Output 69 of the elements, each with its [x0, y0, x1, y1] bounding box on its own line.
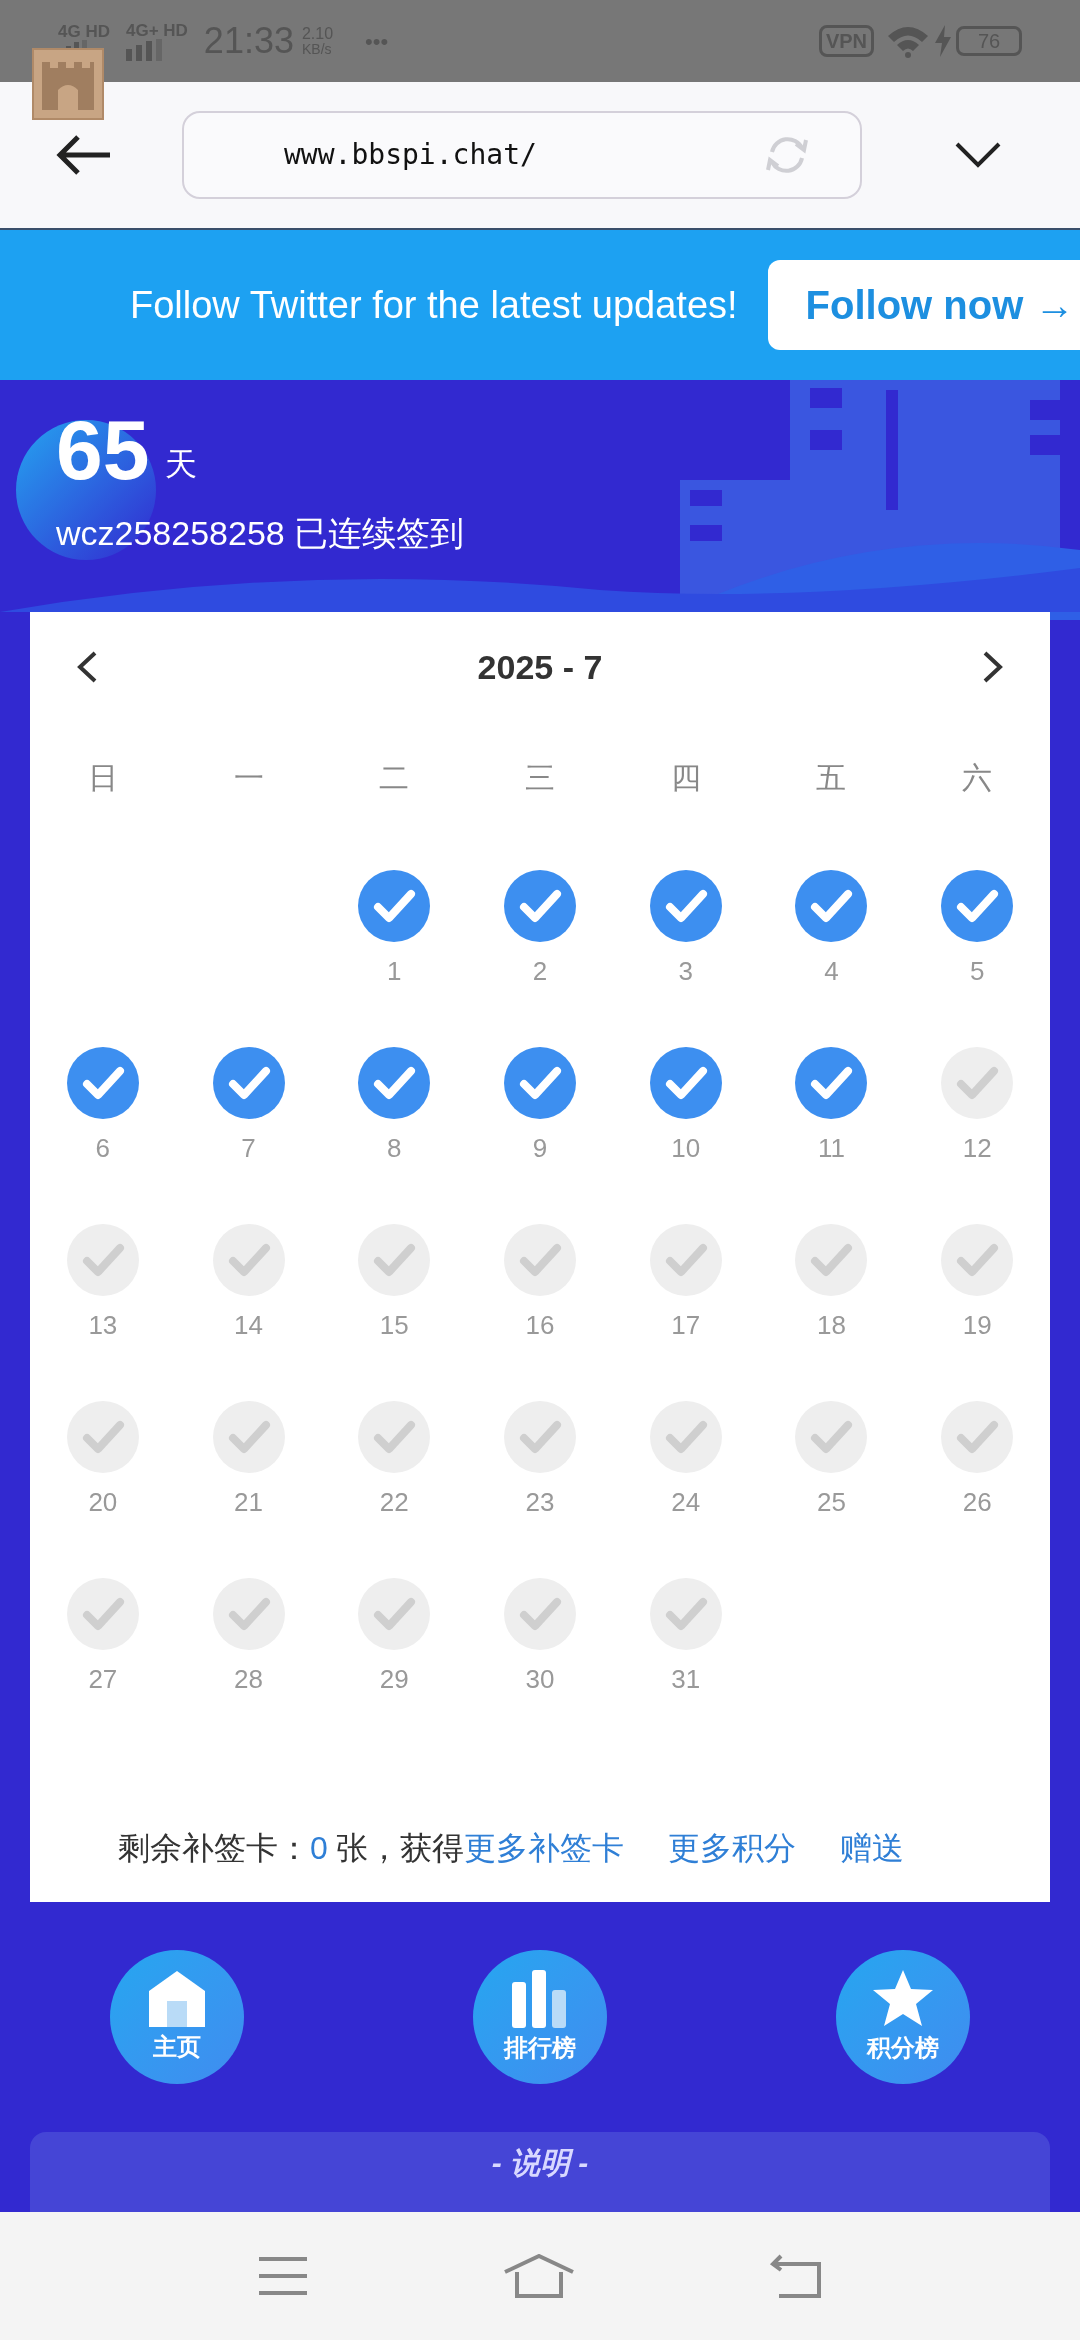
streak-days: 65 [56, 408, 150, 492]
banner-text: Follow Twitter for the latest updates! [130, 282, 738, 328]
day-number: 1 [387, 955, 402, 988]
url-text: www.bbspi.chat/ [284, 137, 538, 173]
day-number: 29 [379, 1663, 409, 1696]
day-number: 28 [234, 1663, 263, 1696]
day-number: 15 [379, 1309, 409, 1342]
day-number: 31 [671, 1663, 701, 1696]
day-number: 2 [532, 955, 548, 988]
chevron-left-icon[interactable] [76, 650, 98, 684]
shortcut-button[interactable]: 积分榜 [836, 1950, 970, 2084]
wifi-icon [886, 24, 930, 58]
makeup-card-text: 张，获得 [335, 1829, 464, 1868]
day-number: 21 [234, 1486, 263, 1519]
day-number: 16 [525, 1309, 555, 1342]
makeup-card-count: 0 [310, 1829, 328, 1868]
day-number: 6 [95, 1132, 111, 1165]
makeup-card-label: 剩余补签卡： [118, 1829, 310, 1868]
more-dots: ••• [365, 27, 389, 56]
house-icon [147, 1969, 207, 2027]
chevron-down-icon[interactable] [954, 141, 1002, 169]
weekday-label: 三 [525, 759, 555, 796]
charging-bolt-icon [934, 25, 952, 57]
weekday-label: 二 [379, 759, 410, 796]
footer-link[interactable]: 更多补签卡 [463, 1824, 624, 1872]
day-number: 22 [379, 1486, 409, 1519]
day-number: 4 [824, 955, 839, 988]
day-number: 20 [88, 1486, 118, 1519]
shortcut-button[interactable]: 主页 [110, 1950, 244, 2084]
menu-icon[interactable] [257, 2256, 309, 2296]
day-number: 23 [525, 1486, 555, 1519]
weekday-label: 日 [87, 759, 118, 796]
day-number: 12 [962, 1132, 992, 1165]
weekday-label: 六 [962, 759, 993, 796]
url-field[interactable]: www.bbspi.chat/ [182, 111, 862, 199]
day-number: 8 [387, 1132, 402, 1165]
day-number: 3 [678, 955, 693, 988]
follow-button[interactable]: Follow now → [767, 260, 1080, 350]
day-number: 14 [234, 1309, 263, 1342]
castle-icon [32, 48, 104, 120]
day-number: 27 [88, 1663, 118, 1696]
back-icon[interactable] [769, 2254, 823, 2298]
weekday-label: 五 [816, 759, 847, 796]
day-number: 19 [962, 1309, 992, 1342]
weekday-label: 一 [233, 759, 264, 796]
day-number: 25 [816, 1486, 846, 1519]
star-icon [871, 1968, 935, 2028]
shortcut-button[interactable]: 排行榜 [473, 1950, 607, 2084]
footer-link[interactable]: 赠送 [839, 1824, 904, 1872]
day-number: 5 [969, 955, 985, 988]
weekday-label: 四 [670, 759, 701, 796]
day-number: 17 [671, 1309, 701, 1342]
day-number: 26 [962, 1486, 992, 1519]
streak-unit: 天 [165, 445, 198, 484]
day-number: 30 [525, 1663, 555, 1696]
day-number: 18 [816, 1309, 846, 1342]
notes-title: - 说明 - [491, 2145, 589, 2181]
home-icon[interactable] [503, 2254, 575, 2298]
day-number: 11 [817, 1132, 845, 1165]
calendar-month: 2025 - 7 [477, 646, 603, 688]
day-number: 10 [671, 1132, 701, 1165]
footer-link[interactable]: 更多积分 [667, 1824, 796, 1872]
day-number: 13 [88, 1309, 118, 1342]
back-arrow-icon[interactable] [56, 135, 112, 175]
day-number: 9 [532, 1132, 548, 1165]
chevron-right-icon[interactable] [982, 650, 1004, 684]
streak-caption: wcz258258258 已连续签到 [56, 513, 466, 554]
day-number: 24 [671, 1486, 701, 1519]
day-number: 7 [241, 1132, 256, 1165]
